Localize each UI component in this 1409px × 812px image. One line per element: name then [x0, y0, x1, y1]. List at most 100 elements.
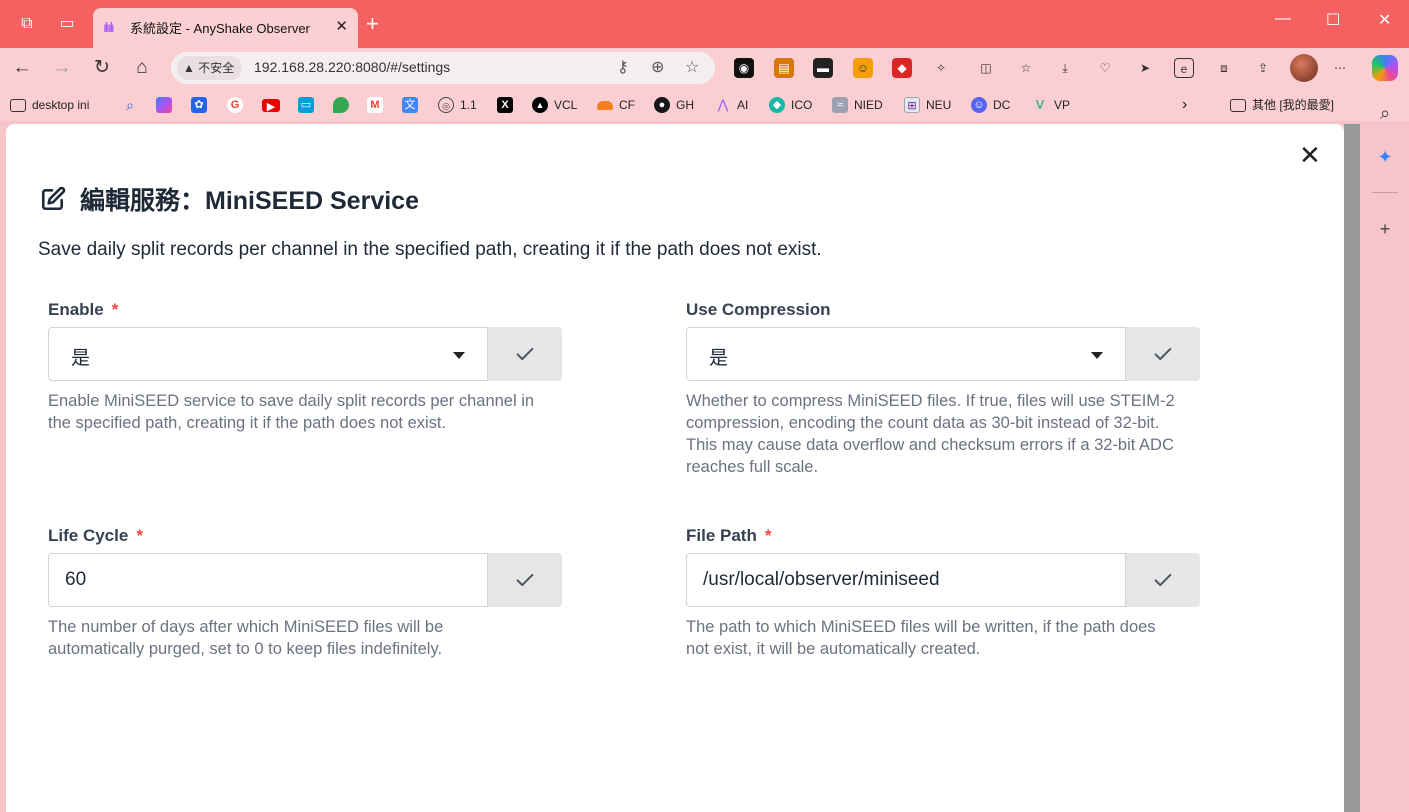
- send-icon[interactable]: ➤: [1135, 58, 1155, 78]
- select-value: 是: [709, 348, 729, 369]
- other-bookmarks[interactable]: 其他 [我的最愛]: [1230, 95, 1334, 115]
- bookmark-item[interactable]: ☺ DC: [971, 95, 1010, 115]
- file-path-input[interactable]: /usr/local/observer/miniseed: [686, 553, 1126, 607]
- gmail-icon: M: [367, 97, 383, 113]
- folder-icon: [1230, 98, 1246, 112]
- extension-shield-icon[interactable]: ◆: [892, 58, 912, 78]
- discord-icon: ☺: [971, 97, 987, 113]
- browser-toolbar: ← → ↻ ⌂ ▲ 不安全 192.168.28.220:8080/#/sett…: [0, 48, 1409, 88]
- bookmark-label: AI: [737, 98, 749, 112]
- cloudflare-icon: [597, 100, 613, 110]
- bookmark-item[interactable]: ● GH: [654, 95, 694, 115]
- favorites-icon[interactable]: ☆: [1016, 58, 1036, 78]
- more-menu-icon[interactable]: ⋯: [1330, 58, 1350, 78]
- file-path-control: /usr/local/observer/miniseed: [686, 553, 1200, 607]
- forward-icon[interactable]: →: [49, 55, 75, 81]
- bookmark-item[interactable]: ▲ VCL: [532, 95, 577, 115]
- home-icon[interactable]: ⌂: [129, 55, 155, 81]
- url-text[interactable]: 192.168.28.220:8080/#/settings: [254, 59, 450, 75]
- tab-settings[interactable]: ılıılı 系統設定 - AnyShake Observer ✕: [93, 8, 358, 48]
- bilibili-icon: ▭: [298, 97, 314, 113]
- tab-actions-icon[interactable]: ▭: [56, 13, 78, 35]
- extensions-icon[interactable]: ✧: [931, 58, 951, 78]
- chevron-down-icon: [453, 352, 465, 359]
- enable-confirm-button[interactable]: [488, 327, 562, 381]
- key-icon[interactable]: ⚷: [617, 57, 629, 77]
- bookmark-item[interactable]: ◎ 1.1: [438, 95, 477, 115]
- dialog-title: 編輯服務：MiniSEED Service: [80, 187, 419, 215]
- profile-avatar[interactable]: [1290, 54, 1318, 82]
- bookmark-label: ICO: [791, 98, 813, 112]
- add-icon[interactable]: +: [1374, 218, 1396, 240]
- bookmark-label: DC: [993, 98, 1011, 112]
- bookmark-item[interactable]: desktop ini: [10, 95, 89, 115]
- life-cycle-confirm-button[interactable]: [488, 553, 562, 607]
- field-file-path: File Path * /usr/local/observer/miniseed …: [686, 524, 1200, 658]
- bookmark-label: 其他 [我的最愛]: [1252, 98, 1335, 112]
- field-label: Enable *: [48, 300, 119, 319]
- bookmark-item[interactable]: ◆ ICO: [769, 95, 812, 115]
- bookmark-item[interactable]: ≈ NIED: [832, 95, 883, 115]
- window-close-button[interactable]: ✕: [1378, 10, 1391, 30]
- downloads-icon[interactable]: ⤓: [1055, 58, 1075, 78]
- maps-icon: [333, 97, 349, 113]
- bookmark-item[interactable]: 文: [402, 95, 418, 115]
- bookmark-item[interactable]: X: [497, 95, 513, 115]
- extension-face-icon[interactable]: ☺: [853, 58, 873, 78]
- compression-confirm-button[interactable]: [1126, 327, 1200, 381]
- folder-icon: [10, 98, 26, 112]
- bookmark-item[interactable]: G: [227, 95, 243, 115]
- bookmark-item[interactable]: ▶: [262, 95, 280, 115]
- bookmark-item[interactable]: ✿: [191, 95, 207, 115]
- bookmark-item[interactable]: ▭: [298, 95, 314, 115]
- bookmark-item[interactable]: [333, 95, 349, 115]
- favorite-star-icon[interactable]: ☆: [685, 57, 699, 77]
- security-label: 不安全: [198, 61, 235, 75]
- workspaces-icon[interactable]: ⧉: [16, 13, 38, 35]
- maximize-button[interactable]: ☐: [1326, 10, 1340, 30]
- bookmark-item[interactable]: [156, 95, 172, 115]
- input-value: 60: [65, 569, 87, 590]
- extension-box-icon[interactable]: ▤: [774, 58, 794, 78]
- address-bar[interactable]: ▲ 不安全 192.168.28.220:8080/#/settings ⚷ ⊕…: [171, 52, 715, 84]
- life-cycle-input[interactable]: 60: [48, 553, 488, 607]
- bookmark-item[interactable]: ⌕: [122, 95, 138, 115]
- search-icon[interactable]: ⌕: [1374, 102, 1396, 124]
- performance-icon[interactable]: ♡: [1095, 58, 1115, 78]
- split-screen-icon[interactable]: ◫: [976, 58, 996, 78]
- screenshot-icon[interactable]: ⧈: [1214, 58, 1234, 78]
- bookmark-item[interactable]: ⋀ AI: [715, 95, 749, 115]
- bookmark-label: CF: [619, 98, 635, 112]
- enable-control: 是: [48, 327, 562, 381]
- extension-terminal-icon[interactable]: ▬: [813, 58, 833, 78]
- ai-icon: ⋀: [717, 97, 729, 112]
- edit-icon: [41, 186, 66, 211]
- bookmark-label: 1.1: [460, 98, 477, 112]
- enable-select[interactable]: 是: [48, 327, 488, 381]
- new-tab-button[interactable]: +: [366, 11, 379, 37]
- minimize-button[interactable]: —: [1275, 10, 1291, 28]
- share-icon[interactable]: ⇪: [1253, 58, 1273, 78]
- vercel-icon: ▲: [532, 97, 548, 113]
- chevron-down-icon: [1091, 352, 1103, 359]
- bookmark-item[interactable]: CF: [597, 95, 635, 115]
- back-icon[interactable]: ←: [9, 55, 35, 81]
- dialog-description: Save daily split records per channel in …: [38, 239, 822, 260]
- zoom-icon[interactable]: ⊕: [651, 57, 664, 77]
- dialog-close-button[interactable]: ✕: [1299, 142, 1321, 168]
- edge-sidebar: ⌕ ✦ +: [1362, 88, 1409, 812]
- extension-mask-icon[interactable]: ◉: [734, 58, 754, 78]
- bookmark-item[interactable]: M: [367, 95, 383, 115]
- file-path-confirm-button[interactable]: [1126, 553, 1200, 607]
- security-indicator[interactable]: ▲ 不安全: [177, 56, 243, 80]
- reload-icon[interactable]: ↻: [89, 55, 115, 81]
- tab-close-icon[interactable]: ✕: [335, 17, 348, 35]
- sparkle-icon[interactable]: ✦: [1374, 146, 1396, 168]
- bookmark-item[interactable]: V VP: [1032, 95, 1070, 115]
- edge-drop-icon[interactable]: e: [1174, 58, 1194, 78]
- bookmarks-overflow-icon[interactable]: ›: [1182, 95, 1187, 115]
- compression-select[interactable]: 是: [686, 327, 1126, 381]
- copilot-icon[interactable]: [1372, 55, 1398, 81]
- scrollbar[interactable]: [1344, 124, 1360, 812]
- bookmark-item[interactable]: ⊞ NEU: [904, 95, 951, 115]
